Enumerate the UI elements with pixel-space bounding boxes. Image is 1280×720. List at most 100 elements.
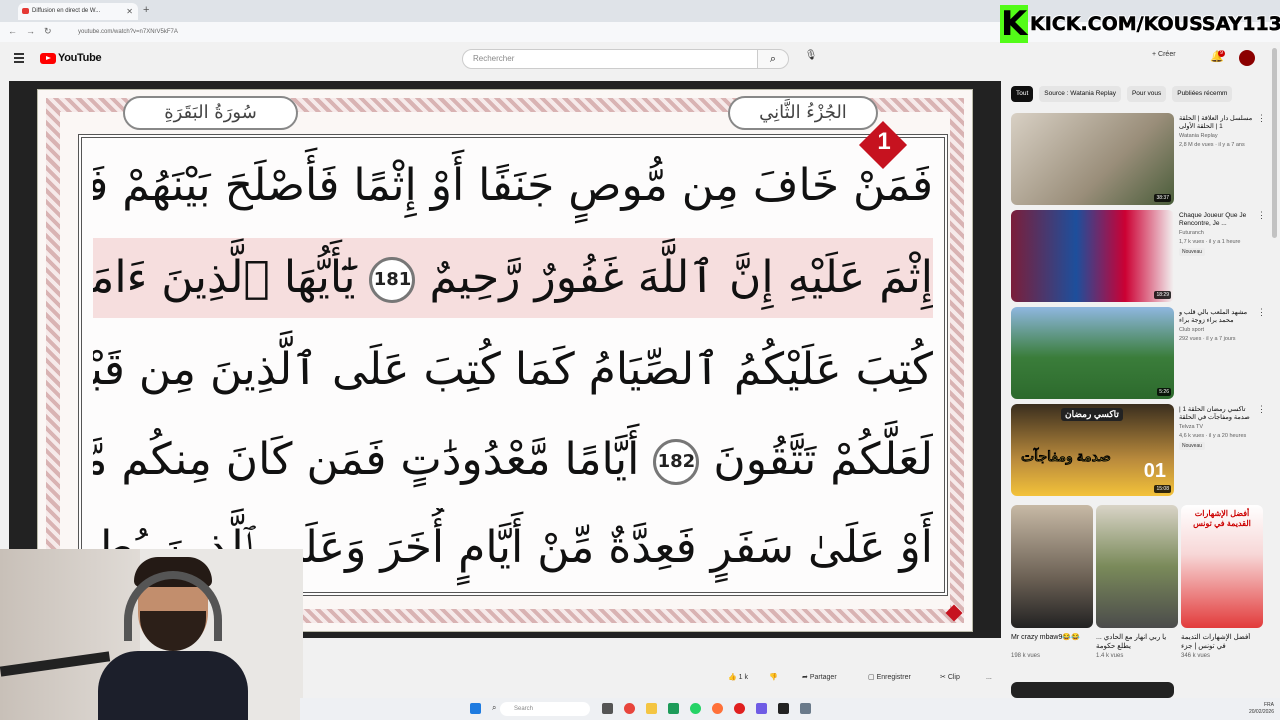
dislike-button[interactable]: 👎	[769, 670, 778, 686]
video-title[interactable]: تاكسي رمضان الحلقة 1 | صدمة ومفاجآت في ا…	[1179, 406, 1255, 422]
verse-segment: إِثْمَ عَلَيْهِ إِنَّ ٱللَّهَ غَفُورٌ رَ…	[429, 252, 933, 303]
browser-tab[interactable]: Diffusion en direct de W... ✕	[18, 3, 138, 20]
chip-for-you[interactable]: Pour vous	[1126, 86, 1167, 102]
video-meta: 292 vues · il y a 7 jours	[1179, 336, 1236, 342]
youtube-favicon-icon	[22, 8, 29, 14]
recommendation-item[interactable]: 18:29 Chaque Joueur Que Je Rencontre, Je…	[1011, 210, 1271, 302]
channel-name[interactable]: Futuranch	[1179, 230, 1255, 236]
video-thumbnail[interactable]	[1011, 682, 1174, 698]
youtube-wordmark: YouTube	[58, 52, 102, 64]
share-button[interactable]: ➦ Partager	[802, 670, 837, 686]
streamer-figure	[98, 557, 248, 720]
chip-recent[interactable]: Publiées récemm	[1172, 86, 1233, 102]
duration-badge: 38:37	[1154, 194, 1171, 202]
short-views: 1.4 k vues	[1096, 653, 1124, 659]
verse-segment: يَٰٓأَيُّهَا ٱلَّذِينَ ءَامَنُوا۟	[93, 252, 356, 303]
new-badge: Nouveau	[1179, 442, 1206, 450]
surah-name-cartouche: سُورَةُ البَقَرَةِ	[123, 96, 298, 130]
channel-name[interactable]: Telvza TV	[1179, 424, 1255, 430]
short-views: 346 k vues	[1181, 653, 1211, 659]
windows-start-icon[interactable]	[470, 703, 481, 714]
video-thumbnail[interactable]: 5:26	[1011, 307, 1174, 399]
video-title[interactable]: مشهد الملعب بالي قلب و محمد براء زوجة بر…	[1179, 309, 1255, 325]
search-button[interactable]: ⌕	[757, 49, 789, 69]
task-view-icon[interactable]	[602, 703, 613, 714]
like-count: 1 k	[738, 674, 749, 681]
language-indicator: FRA	[1264, 702, 1274, 708]
chip-all[interactable]: Tout	[1011, 86, 1034, 102]
obs-icon[interactable]	[778, 703, 789, 714]
recommendation-item[interactable]: 5:26 مشهد الملعب بالي قلب و محمد براء زو…	[1011, 307, 1271, 399]
create-button[interactable]: + Créer	[1152, 51, 1176, 58]
short-thumbnail[interactable]	[1096, 505, 1178, 628]
more-vert-icon[interactable]: ⋮	[1257, 307, 1266, 318]
channel-name[interactable]: Watania Replay	[1179, 133, 1255, 139]
taskbar-clock: FRA 20/02/2026	[1249, 702, 1274, 716]
file-explorer-icon[interactable]	[646, 703, 657, 714]
ayah-number-marker: 181	[369, 257, 416, 303]
tab-title: Diffusion en direct de W...	[32, 8, 101, 14]
youtube-logo[interactable]: YouTube	[40, 52, 102, 64]
short-thumbnail-text: أفضل الإشهارات القديمة في تونس	[1193, 509, 1251, 528]
channel-name[interactable]: Club sport	[1179, 327, 1255, 333]
thumbnail-episode-number: 01	[1143, 460, 1166, 482]
recommendation-item[interactable]: تاكسي رمضان صدمة ومفاجآت 01 15:08 تاكسي …	[1011, 404, 1271, 496]
kick-overlay: K KICK.COM/KOUSSAY113	[1000, 4, 1280, 44]
more-vert-icon[interactable]: ⋮	[1257, 210, 1266, 221]
more-vert-icon[interactable]: ⋮	[1257, 113, 1266, 124]
clip-button[interactable]: ✂ Clip	[940, 670, 960, 686]
save-button[interactable]: ▢ Enregistrer	[868, 670, 911, 686]
account-avatar[interactable]	[1239, 50, 1255, 66]
opera-icon[interactable]	[734, 703, 745, 714]
page-scrollbar[interactable]	[1272, 48, 1277, 238]
video-thumbnail[interactable]: 18:29	[1011, 210, 1174, 302]
firefox-icon[interactable]	[712, 703, 723, 714]
kick-logo: K	[1000, 4, 1028, 44]
video-title[interactable]: مسلسل دار العلاقة | الحلقة 1 | الحلقة ال…	[1179, 115, 1255, 131]
mic-icon[interactable]: 🎙	[803, 50, 819, 66]
streamer-shirt	[98, 651, 248, 720]
excel-icon[interactable]	[668, 703, 679, 714]
recommendation-item[interactable]	[1011, 682, 1271, 698]
duration-badge: 5:26	[1157, 388, 1171, 396]
video-thumbnail[interactable]: 38:37	[1011, 113, 1174, 205]
short-thumbnail[interactable]	[1011, 505, 1093, 628]
video-meta: 4,6 k vues · il y a 20 heures	[1179, 433, 1247, 439]
create-label: Créer	[1158, 51, 1176, 58]
chrome-icon[interactable]	[624, 703, 635, 714]
video-meta: 1,7 k vues · il y a 1 heure	[1179, 239, 1241, 245]
settings-gear-icon[interactable]	[800, 703, 811, 714]
chip-source[interactable]: Source : Watania Replay	[1039, 86, 1121, 102]
reload-icon[interactable]: ↻	[44, 26, 52, 37]
short-title[interactable]: يا ربي انهار مع الحادي ... يطلع حكومة	[1096, 633, 1174, 651]
more-actions-button[interactable]: ...	[986, 670, 992, 686]
video-thumbnail[interactable]: تاكسي رمضان صدمة ومفاجآت 01 15:08	[1011, 404, 1174, 496]
verse-line-4: لَعَلَّكُمْ تَتَّقُونَ 182 أَيَّامًا مَّ…	[93, 420, 933, 500]
youtube-header: YouTube Rechercher ⌕ 🎙	[0, 42, 1000, 78]
url-field[interactable]: youtube.com/watch?v=n7XNrV5kF7A	[70, 24, 590, 40]
like-button[interactable]: 👍 1 k	[728, 670, 748, 686]
video-title[interactable]: Chaque Joueur Que Je Rencontre, Je ...	[1179, 212, 1255, 228]
verse-line-3: كُتِبَ عَلَيْكُمُ ٱلصِّيَامُ كَمَا كُتِب…	[93, 344, 933, 395]
search-input[interactable]: Rechercher	[462, 49, 758, 69]
notification-count-badge: 9	[1218, 50, 1225, 57]
whatsapp-icon[interactable]	[690, 703, 701, 714]
new-tab-button[interactable]: +	[143, 3, 149, 17]
taskbar-search-input[interactable]: Search	[500, 702, 590, 716]
recommendation-item[interactable]: 38:37 مسلسل دار العلاقة | الحلقة 1 | الح…	[1011, 113, 1271, 205]
date-text: 20/02/2026	[1248, 709, 1274, 715]
kick-url-text: KICK.COM/KOUSSAY113	[1030, 13, 1280, 36]
short-thumbnail[interactable]: أفضل الإشهارات القديمة في تونس	[1181, 505, 1263, 628]
short-views: 198 k vues	[1011, 653, 1041, 659]
back-icon[interactable]: ←	[8, 26, 17, 36]
hamburger-menu-icon[interactable]	[14, 53, 24, 63]
short-title[interactable]: Mr crazy mbaw9😂😂	[1011, 633, 1089, 642]
more-vert-icon[interactable]: ⋮	[1257, 404, 1266, 415]
discord-icon[interactable]	[756, 703, 767, 714]
short-title[interactable]: أفضل الإشهارات التديمة في تونس | جزء	[1181, 633, 1259, 651]
forward-icon[interactable]: →	[26, 26, 35, 36]
verse-segment: لَعَلَّكُمْ تَتَّقُونَ	[713, 434, 933, 485]
webcam-overlay	[0, 549, 303, 720]
new-badge: Nouveau	[1179, 248, 1206, 256]
close-tab-icon[interactable]: ✕	[126, 3, 133, 20]
